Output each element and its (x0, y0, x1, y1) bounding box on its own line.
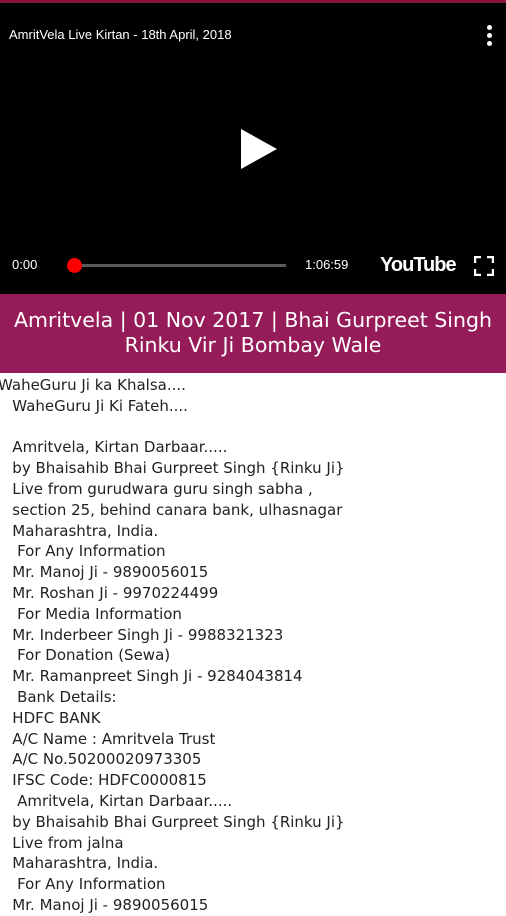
duration: 1:06:59 (305, 257, 349, 272)
video-description: WaheGuru Ji ka Khalsa.... WaheGuru Ji Ki… (0, 376, 345, 914)
banner-title-line-1: Amritvela | 01 Nov 2017 | Bhai Gurpreet … (14, 308, 492, 332)
banner-title-line-2: Rinku Vir Ji Bombay Wale (124, 333, 382, 357)
current-time: 0:00 (12, 257, 38, 272)
progress-scrubber[interactable] (67, 258, 82, 273)
video-title-banner: Amritvela | 01 Nov 2017 | Bhai Gurpreet … (0, 294, 506, 373)
more-vertical-icon[interactable] (480, 23, 500, 49)
play-icon[interactable] (241, 129, 277, 169)
video-player[interactable]: AmritVela Live Kirtan - 18th April, 2018… (0, 3, 506, 294)
fullscreen-icon[interactable] (474, 256, 494, 276)
video-title[interactable]: AmritVela Live Kirtan - 18th April, 2018 (9, 27, 232, 42)
progress-track[interactable] (74, 264, 286, 267)
banner-title: Amritvela | 01 Nov 2017 | Bhai Gurpreet … (0, 308, 506, 358)
youtube-logo[interactable]: YouTube (380, 254, 457, 277)
